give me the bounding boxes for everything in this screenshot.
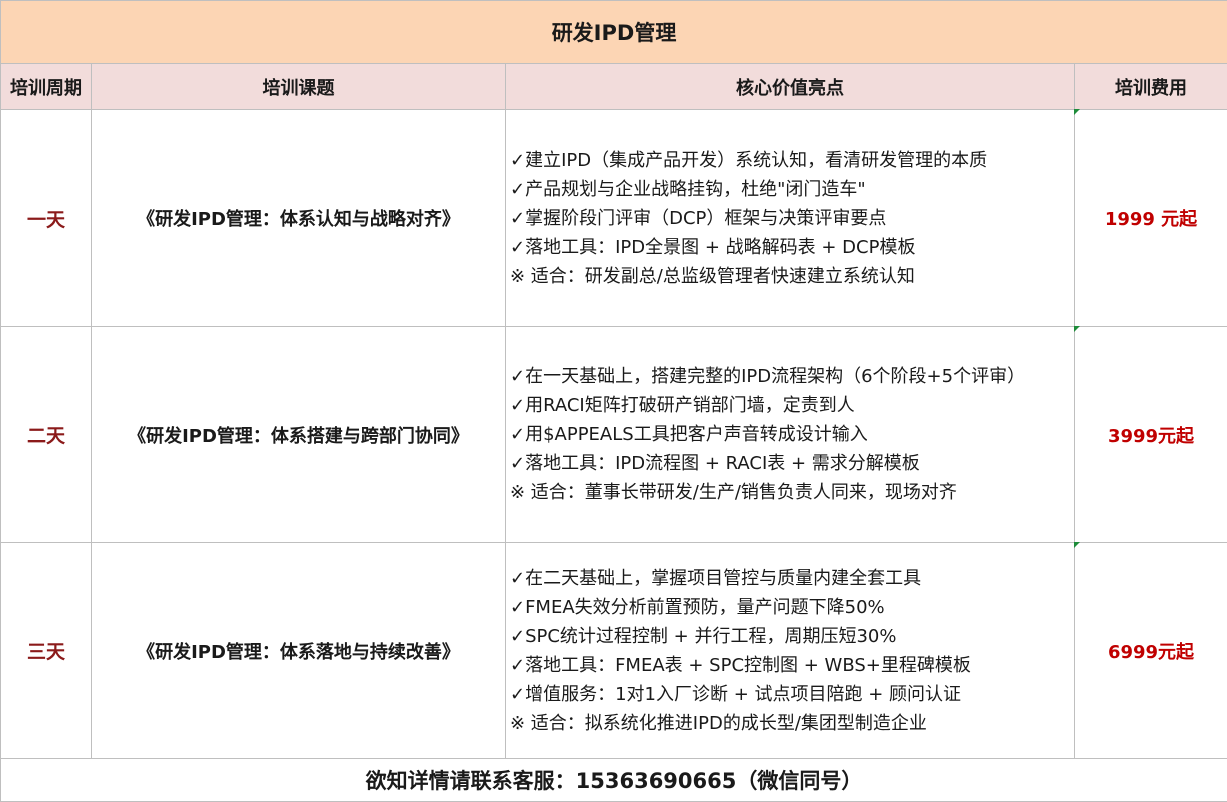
fee-value: 1999 元起 <box>1105 209 1197 230</box>
fee-cell: 3999元起 <box>1075 327 1227 543</box>
value-point: ※ 适合：董事长带研发/生产/销售负责人同来，现场对齐 <box>510 478 1070 507</box>
value-points-cell: ✓建立IPD（集成产品开发）系统认知，看清研发管理的本质 ✓产品规划与企业战略挂… <box>506 110 1075 327</box>
value-point: ✓落地工具：IPD流程图 + RACI表 + 需求分解模板 <box>510 449 1070 478</box>
value-points-cell: ✓在二天基础上，掌握项目管控与质量内建全套工具 ✓FMEA失效分析前置预防，量产… <box>506 543 1075 759</box>
period-cell: 二天 <box>1 327 92 543</box>
value-point: ✓用RACI矩阵打破研产销部门墙，定责到人 <box>510 391 1070 420</box>
period-cell: 三天 <box>1 543 92 759</box>
course-pricing-sheet: 研发IPD管理 培训周期 培训课题 核心价值亮点 培训费用 一天 《研发IPD管… <box>0 0 1227 801</box>
topic-cell: 《研发IPD管理：体系搭建与跨部门协同》 <box>92 327 506 543</box>
cell-comment-marker <box>1074 542 1080 548</box>
fee-value: 6999元起 <box>1108 642 1194 663</box>
value-point: ✓SPC统计过程控制 + 并行工程，周期压短30% <box>510 622 1070 651</box>
value-point: ✓建立IPD（集成产品开发）系统认知，看清研发管理的本质 <box>510 146 1070 175</box>
value-point: ✓落地工具：FMEA表 + SPC控制图 + WBS+里程碑模板 <box>510 651 1070 680</box>
header-topic: 培训课题 <box>92 64 506 110</box>
value-point: ※ 适合：拟系统化推进IPD的成长型/集团型制造企业 <box>510 709 1070 738</box>
table-row: 二天 《研发IPD管理：体系搭建与跨部门协同》 ✓在一天基础上，搭建完整的IPD… <box>1 327 1227 543</box>
header-fee: 培训费用 <box>1075 64 1227 110</box>
value-points-cell: ✓在一天基础上，搭建完整的IPD流程架构（6个阶段+5个评审） ✓用RACI矩阵… <box>506 327 1075 543</box>
cell-comment-marker <box>1074 326 1080 332</box>
header-period: 培训周期 <box>1 64 92 110</box>
value-point: ✓产品规划与企业战略挂钩，杜绝"闭门造车" <box>510 175 1070 204</box>
value-point: ✓用$APPEALS工具把客户声音转成设计输入 <box>510 420 1070 449</box>
value-point: ✓增值服务：1对1入厂诊断 + 试点项目陪跑 + 顾问认证 <box>510 680 1070 709</box>
topic-cell: 《研发IPD管理：体系认知与战略对齐》 <box>92 110 506 327</box>
value-point: ✓掌握阶段门评审（DCP）框架与决策评审要点 <box>510 204 1070 233</box>
title-row: 研发IPD管理 <box>1 1 1227 64</box>
topic-cell: 《研发IPD管理：体系落地与持续改善》 <box>92 543 506 759</box>
period-cell: 一天 <box>1 110 92 327</box>
course-table: 研发IPD管理 培训周期 培训课题 核心价值亮点 培训费用 一天 《研发IPD管… <box>0 0 1227 802</box>
value-point: ✓在一天基础上，搭建完整的IPD流程架构（6个阶段+5个评审） <box>510 362 1070 391</box>
value-point: ✓FMEA失效分析前置预防，量产问题下降50% <box>510 593 1070 622</box>
cell-comment-marker <box>1074 109 1080 115</box>
table-row: 三天 《研发IPD管理：体系落地与持续改善》 ✓在二天基础上，掌握项目管控与质量… <box>1 543 1227 759</box>
value-point: ✓落地工具：IPD全景图 + 战略解码表 + DCP模板 <box>510 233 1070 262</box>
contact-info: 欲知详情请联系客服：15363690665（微信同号） <box>1 759 1227 802</box>
header-value-points: 核心价值亮点 <box>506 64 1075 110</box>
header-row: 培训周期 培训课题 核心价值亮点 培训费用 <box>1 64 1227 110</box>
sheet-title: 研发IPD管理 <box>1 1 1227 64</box>
fee-cell: 1999 元起 <box>1075 110 1227 327</box>
value-point: ✓在二天基础上，掌握项目管控与质量内建全套工具 <box>510 564 1070 593</box>
table-row: 一天 《研发IPD管理：体系认知与战略对齐》 ✓建立IPD（集成产品开发）系统认… <box>1 110 1227 327</box>
value-point: ※ 适合：研发副总/总监级管理者快速建立系统认知 <box>510 262 1070 291</box>
fee-value: 3999元起 <box>1108 426 1194 447</box>
fee-cell: 6999元起 <box>1075 543 1227 759</box>
footer-row: 欲知详情请联系客服：15363690665（微信同号） <box>1 759 1227 802</box>
